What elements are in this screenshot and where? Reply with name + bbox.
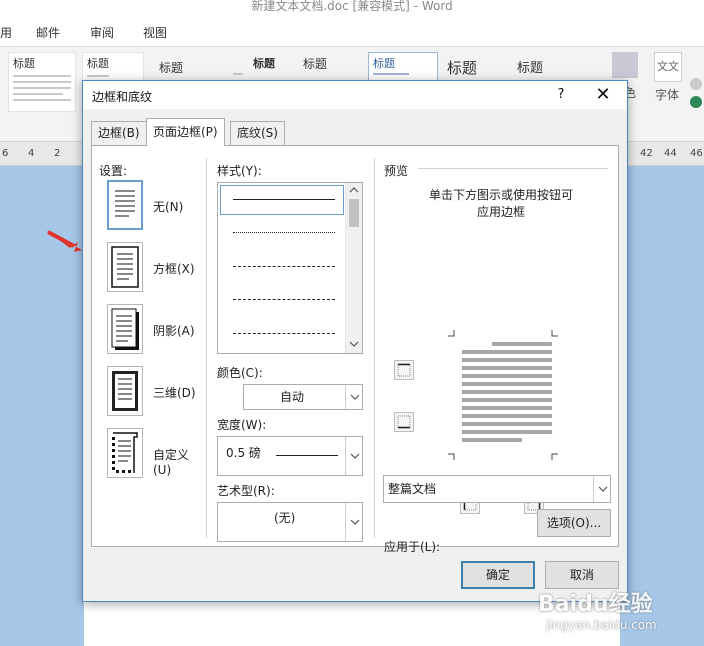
ribbon-tab-bar: 用 邮件 审阅 视图	[0, 14, 704, 46]
setting-custom[interactable]: 自定义(U)	[99, 428, 203, 480]
preview-rule	[418, 168, 608, 169]
box-border-icon	[107, 242, 143, 292]
chevron-down-icon[interactable]	[345, 437, 362, 475]
style-scrollbar[interactable]	[345, 183, 362, 353]
3d-border-icon	[107, 366, 143, 416]
help-button[interactable]: ?	[551, 85, 571, 105]
style-line-dashed-small[interactable]	[233, 266, 335, 267]
chevron-up-icon[interactable]	[349, 187, 359, 193]
radio-icon[interactable]	[690, 78, 702, 90]
ok-button[interactable]: 确定	[461, 561, 535, 589]
top-border-button[interactable]	[394, 360, 414, 380]
style-line-dash-dot[interactable]	[233, 333, 335, 334]
style-label: 样式(Y):	[217, 164, 262, 178]
apply-to-combo[interactable]: 整篇文档	[383, 475, 611, 503]
setting-box[interactable]: 方框(X)	[99, 242, 203, 294]
font-group-label: 字体	[655, 88, 680, 102]
chevron-down-icon[interactable]	[349, 341, 359, 347]
dialog-titlebar[interactable]	[83, 81, 627, 109]
setting-none[interactable]: 无(N)	[99, 180, 203, 232]
tab-borders[interactable]: 边框(B)	[91, 121, 147, 145]
apply-to-label: 应用于(L):	[384, 540, 441, 554]
baidu-watermark: Baidu经验 jingyan.baidu.com	[534, 586, 700, 644]
setting-3d[interactable]: 三维(D)	[99, 366, 203, 418]
preview-page[interactable]	[448, 330, 558, 460]
divider	[374, 158, 375, 538]
color-combo[interactable]: 自动	[243, 384, 363, 410]
style-tile[interactable]: 标题	[8, 52, 76, 112]
dialog-title: 边框和底纹	[92, 90, 153, 104]
ribbon-tab-mail[interactable]: 邮件	[36, 24, 60, 41]
style-line-dashed[interactable]	[233, 299, 335, 300]
setting-shadow[interactable]: 阴影(A)	[99, 304, 203, 356]
ribbon-tab-view[interactable]: 视图	[143, 24, 167, 41]
watermark-url: jingyan.baidu.com	[546, 618, 657, 632]
shadow-border-icon	[107, 304, 143, 354]
setting-custom-label: 自定义(U)	[153, 448, 190, 477]
width-combo[interactable]: 0.5 磅	[217, 436, 363, 476]
ribbon-tab[interactable]: 用	[0, 24, 12, 41]
tab-shading[interactable]: 底纹(S)	[230, 121, 285, 145]
scroll-thumb[interactable]	[349, 199, 359, 227]
width-label: 宽度(W):	[217, 418, 267, 432]
setting-box-label: 方框(X)	[153, 262, 195, 276]
chevron-down-icon[interactable]	[345, 385, 362, 409]
check-icon	[690, 96, 702, 108]
red-arrow-icon	[46, 230, 82, 252]
text-effect-button[interactable]: 文文	[654, 52, 682, 82]
ribbon-tab-review[interactable]: 审阅	[90, 24, 114, 41]
chevron-down-icon[interactable]	[593, 476, 610, 502]
chevron-down-icon[interactable]	[345, 503, 362, 541]
setting-3d-label: 三维(D)	[153, 386, 196, 400]
bottom-border-button[interactable]	[394, 412, 414, 432]
word-window-title: 新建文本文档.doc [兼容模式] - Word	[0, 0, 704, 14]
cancel-button[interactable]: 取消	[545, 561, 619, 589]
style-line-dotted[interactable]	[233, 232, 335, 233]
preview-label: 预览	[384, 164, 409, 178]
style-selection	[220, 185, 344, 215]
none-border-icon	[107, 180, 143, 230]
tab-page-border[interactable]: 页面边框(P)	[146, 118, 225, 146]
setting-none-label: 无(N)	[153, 200, 184, 214]
options-button[interactable]: 选项(O)...	[537, 509, 611, 537]
custom-border-icon	[107, 428, 143, 478]
art-label: 艺术型(R):	[217, 484, 275, 498]
style-line-solid[interactable]	[233, 199, 335, 200]
watermark-brand: Baidu经验	[538, 592, 653, 617]
close-icon[interactable]: ✕	[589, 85, 617, 105]
setting-shadow-label: 阴影(A)	[153, 324, 195, 338]
style-listbox[interactable]	[217, 182, 363, 354]
color-label: 颜色(C):	[217, 366, 263, 380]
width-line-preview	[276, 455, 338, 456]
preview-hint-line1: 单击下方图示或使用按钮可	[429, 188, 574, 202]
shading-swatch[interactable]	[612, 52, 638, 78]
divider	[206, 158, 207, 538]
preview-hint-line2: 应用边框	[477, 205, 526, 219]
art-combo[interactable]: (无)	[217, 502, 363, 542]
borders-and-shading-dialog: 边框和底纹 ? ✕ 边框(B) 页面边框(P) 底纹(S) 设置: 无(N) 方…	[82, 80, 628, 602]
settings-label: 设置:	[99, 164, 128, 178]
